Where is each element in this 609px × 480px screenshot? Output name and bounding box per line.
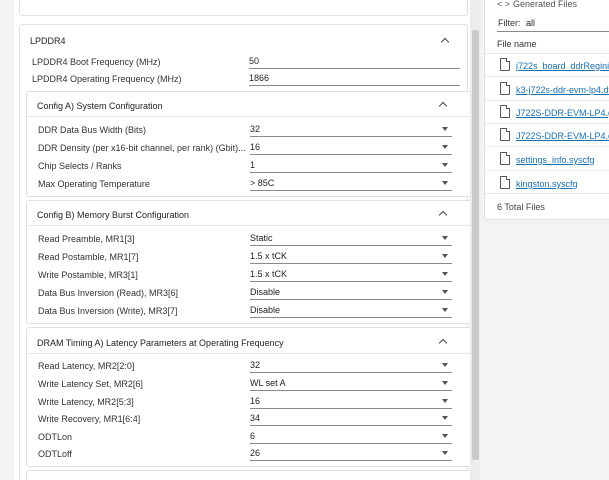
chip-selects-label: Chip Selects / Ranks xyxy=(38,161,122,171)
dbi-write-select[interactable]: Disable xyxy=(250,304,452,318)
config-b-section: Config B) Memory Burst Configuration Rea… xyxy=(26,200,470,324)
file-link[interactable]: settings_info.syscfg xyxy=(516,155,595,165)
timing-a-section: DRAM Timing A) Latency Parameters at Ope… xyxy=(26,327,470,467)
previous-section-card xyxy=(19,0,468,16)
timing-a-title: DRAM Timing A) Latency Parameters at Ope… xyxy=(37,338,284,348)
file-icon xyxy=(500,58,510,71)
write-recovery-label: Write Recovery, MR1[6:4] xyxy=(38,414,141,424)
file-link[interactable]: kingston.syscfg xyxy=(516,179,578,189)
file-icon xyxy=(500,152,510,165)
odtloff-label: ODTLoff xyxy=(38,449,72,459)
filter-label: Filter: xyxy=(498,18,521,28)
read-postamble-select[interactable]: 1.5 x tCK xyxy=(250,250,452,264)
chevron-up-icon[interactable] xyxy=(440,37,450,47)
read-latency-label: Read Latency, MR2[2:0] xyxy=(38,361,135,371)
config-a-title: Config A) System Configuration xyxy=(37,101,163,111)
file-icon xyxy=(500,105,510,118)
boot-frequency-input[interactable]: 50 xyxy=(249,55,460,69)
generated-files-header: Generated Files xyxy=(513,0,578,9)
file-link[interactable]: k3-j722s-ddr-evm-lp4.dtsi xyxy=(516,85,609,95)
file-icon xyxy=(500,82,510,95)
write-latency-set-select[interactable]: WL set A xyxy=(250,377,452,391)
read-postamble-label: Read Postamble, MR1[7] xyxy=(38,252,139,262)
code-brackets-icon: < > xyxy=(497,0,511,9)
chip-selects-select[interactable]: 1 xyxy=(250,159,452,173)
file-link[interactable]: J722S-DDR-EVM-LP4.cfg xyxy=(516,131,609,141)
ddr-density-select[interactable]: 16 xyxy=(250,141,452,155)
ddr-density-label: DDR Density (per x16-bit channel, per ra… xyxy=(38,143,246,153)
file-name-column-header[interactable]: File name xyxy=(497,39,537,49)
write-latency-set-label: Write Latency Set, MR2[6] xyxy=(38,379,143,389)
write-latency-select[interactable]: 16 xyxy=(250,395,452,409)
chevron-up-icon[interactable] xyxy=(438,210,448,220)
filter-input[interactable]: all xyxy=(526,18,535,28)
read-preamble-select[interactable]: Static xyxy=(250,232,452,246)
file-link[interactable]: J722S-DDR-EVM-LP4.gel xyxy=(516,108,609,118)
odtlon-select[interactable]: 6 xyxy=(250,430,452,444)
next-section-card xyxy=(26,470,470,480)
generated-files-panel: < > Generated Files Filter: all File nam… xyxy=(484,0,609,220)
write-postamble-label: Write Postamble, MR3[1] xyxy=(38,270,138,280)
chevron-up-icon[interactable] xyxy=(438,101,448,111)
dbi-read-select[interactable]: Disable xyxy=(250,286,452,300)
ddr-config-panel: LPDDR4 LPDDR4 Boot Frequency (MHz) 50 LP… xyxy=(14,0,470,480)
read-preamble-label: Read Preamble, MR1[3] xyxy=(38,234,135,244)
lpddr4-title: LPDDR4 xyxy=(30,36,66,46)
write-postamble-select[interactable]: 1.5 x tCK xyxy=(250,268,452,282)
write-latency-label: Write Latency, MR2[5:3] xyxy=(38,397,134,407)
odtlon-label: ODTLon xyxy=(38,432,73,442)
max-temp-label: Max Operating Temperature xyxy=(38,179,150,189)
dbi-read-label: Data Bus Inversion (Read), MR3[6] xyxy=(38,288,179,298)
total-files-count: 6 Total Files xyxy=(497,202,545,212)
file-icon xyxy=(500,176,510,189)
file-icon xyxy=(500,128,510,141)
max-temp-select[interactable]: > 85C xyxy=(250,177,452,191)
boot-frequency-label: LPDDR4 Boot Frequency (MHz) xyxy=(32,57,161,67)
read-latency-select[interactable]: 32 xyxy=(250,359,452,373)
data-bus-width-label: DDR Data Bus Width (Bits) xyxy=(38,125,147,135)
odtloff-select[interactable]: 26 xyxy=(250,447,452,461)
scrollbar-thumb[interactable] xyxy=(472,30,479,460)
dbi-write-label: Data Bus Inversion (Write), MR3[7] xyxy=(38,306,178,316)
data-bus-width-select[interactable]: 32 xyxy=(250,123,452,137)
operating-frequency-input[interactable]: 1866 xyxy=(249,72,460,86)
operating-frequency-label: LPDDR4 Operating Frequency (MHz) xyxy=(32,74,182,84)
config-b-title: Config B) Memory Burst Configuration xyxy=(37,210,190,220)
write-recovery-select[interactable]: 34 xyxy=(250,412,452,426)
chevron-up-icon[interactable] xyxy=(438,338,448,348)
file-link[interactable]: j722s_board_ddrReginit xyxy=(516,61,609,71)
config-a-section: Config A) System Configuration DDR Data … xyxy=(26,91,470,197)
